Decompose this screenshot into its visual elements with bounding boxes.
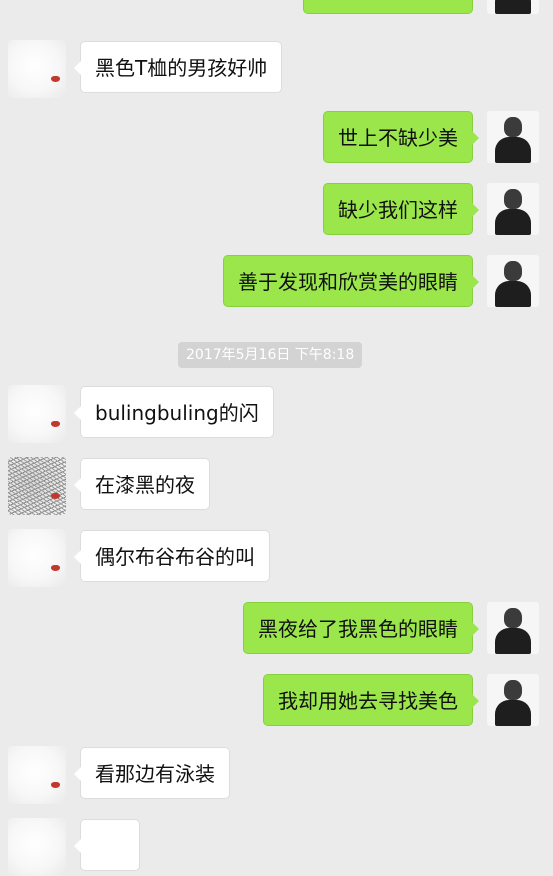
avatar-head bbox=[504, 189, 522, 209]
message-bubble-outgoing[interactable]: 我发现我都好着 bbox=[303, 0, 473, 14]
lips-icon bbox=[51, 493, 60, 499]
lips-icon bbox=[51, 782, 60, 788]
avatar[interactable] bbox=[8, 385, 66, 443]
avatar-head bbox=[504, 261, 522, 281]
avatar-body bbox=[495, 281, 531, 307]
message-bubble-incoming[interactable]: 黑色T桖的男孩好帅 bbox=[73, 41, 283, 93]
avatar[interactable] bbox=[487, 0, 539, 14]
avatar[interactable] bbox=[8, 457, 66, 515]
message-bubble-outgoing[interactable]: 善于发现和欣赏美的眼睛 bbox=[223, 255, 479, 307]
avatar[interactable] bbox=[487, 674, 539, 726]
avatar-body bbox=[495, 209, 531, 235]
avatar[interactable] bbox=[8, 529, 66, 587]
avatar-head bbox=[504, 608, 522, 628]
message-bubble-incoming[interactable]: 偶尔布谷布谷的叫 bbox=[74, 530, 270, 582]
avatar[interactable] bbox=[8, 40, 66, 98]
message-bubble-incoming[interactable]: bulingbuling的闪 bbox=[74, 386, 274, 438]
message-bubble-outgoing[interactable]: 黑夜给了我黑色的眼睛 bbox=[243, 602, 479, 654]
message-bubble-incoming[interactable]: 在漆黑的夜 bbox=[74, 458, 210, 510]
avatar[interactable] bbox=[487, 255, 539, 307]
avatar[interactable] bbox=[487, 602, 539, 654]
avatar-head bbox=[504, 117, 522, 137]
lips-icon bbox=[51, 421, 60, 427]
avatar[interactable] bbox=[8, 746, 66, 804]
message-bubble-incoming[interactable] bbox=[74, 819, 140, 871]
lips-icon bbox=[51, 76, 60, 82]
avatar-body bbox=[495, 628, 531, 654]
avatar[interactable] bbox=[8, 818, 66, 876]
avatar-body bbox=[495, 700, 531, 726]
avatar-head bbox=[504, 680, 522, 700]
avatar[interactable] bbox=[487, 111, 539, 163]
message-bubble-outgoing[interactable]: 缺少我们这样 bbox=[323, 183, 479, 235]
avatar-body bbox=[495, 137, 531, 163]
message-bubble-outgoing[interactable]: 我却用她去寻找美色 bbox=[263, 674, 479, 726]
chat-timestamp: 2017年5月16日 下午8:18 bbox=[178, 342, 363, 368]
avatar-body bbox=[495, 0, 531, 14]
lips-icon bbox=[51, 565, 60, 571]
message-bubble-outgoing[interactable]: 世上不缺少美 bbox=[323, 111, 479, 163]
message-bubble-incoming[interactable]: 看那边有泳装 bbox=[74, 747, 230, 799]
avatar[interactable] bbox=[487, 183, 539, 235]
